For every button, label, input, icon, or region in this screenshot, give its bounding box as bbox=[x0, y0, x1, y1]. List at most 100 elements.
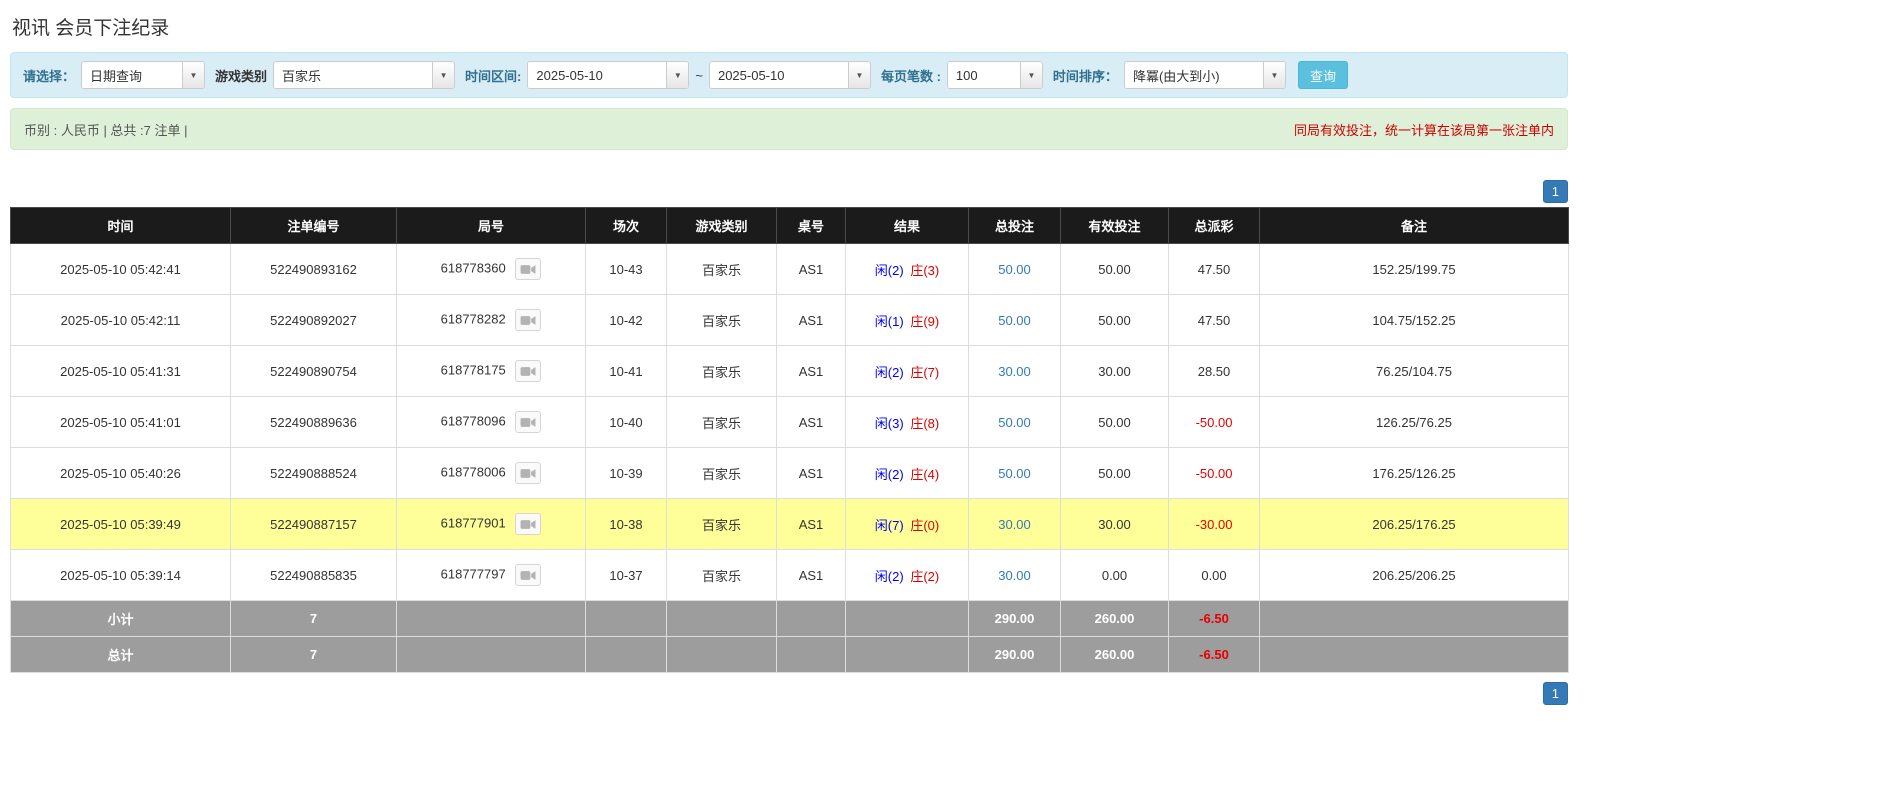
cell-time: 2025-05-10 05:42:41 bbox=[10, 243, 231, 295]
chevron-down-icon[interactable]: ▼ bbox=[1019, 62, 1042, 88]
pagination-top: 1 bbox=[10, 180, 1568, 203]
game-type-input[interactable] bbox=[274, 62, 433, 88]
page-1-button[interactable]: 1 bbox=[1542, 180, 1568, 203]
cell-bet-id: 522490887157 bbox=[230, 498, 397, 550]
select-type-input[interactable] bbox=[82, 62, 183, 88]
chevron-down-icon[interactable]: ▼ bbox=[182, 62, 205, 88]
cell-payout: 47.50 bbox=[1168, 243, 1260, 295]
result-banker: 庄(9) bbox=[910, 313, 940, 329]
video-replay-icon[interactable] bbox=[515, 411, 542, 433]
cell-result: 闲(2) 庄(3) bbox=[845, 243, 969, 295]
cell-total-bet[interactable]: 50.00 bbox=[968, 396, 1061, 448]
cell-valid-bet: 50.00 bbox=[1060, 294, 1169, 346]
cell-remark: 76.25/104.75 bbox=[1259, 345, 1569, 397]
sort-combo[interactable]: ▼ bbox=[1123, 61, 1286, 89]
cell-round-id: 618777901 bbox=[396, 498, 586, 550]
cell-bet-id: 522490889636 bbox=[230, 396, 397, 448]
result-player: 闲(1) bbox=[874, 313, 904, 329]
result-banker: 庄(7) bbox=[910, 364, 940, 380]
cell-result: 闲(7) 庄(0) bbox=[845, 498, 969, 550]
table-body: 2025-05-10 05:42:41 522490893162 6187783… bbox=[10, 243, 1569, 601]
cell-valid-bet: 50.00 bbox=[1060, 447, 1169, 499]
cell-result: 闲(2) 庄(7) bbox=[845, 345, 969, 397]
page-size-input[interactable] bbox=[947, 62, 1020, 88]
cell-table-no: AS1 bbox=[776, 498, 846, 550]
subtotal-payout: -6.50 bbox=[1168, 600, 1260, 637]
cell-table-no: AS1 bbox=[776, 549, 846, 601]
table-row: 2025-05-10 05:42:41 522490893162 6187783… bbox=[10, 243, 1569, 295]
cell-total-bet[interactable]: 30.00 bbox=[968, 498, 1061, 550]
cell-remark: 152.25/199.75 bbox=[1259, 243, 1569, 295]
cell-total-bet[interactable]: 50.00 bbox=[968, 243, 1061, 295]
cell-session: 10-41 bbox=[585, 345, 667, 397]
subtotal-count: 7 bbox=[230, 600, 397, 637]
date-to-combo[interactable]: ▼ bbox=[708, 61, 871, 89]
col-header-remark: 备注 bbox=[1259, 207, 1569, 244]
cell-game-type: 百家乐 bbox=[666, 396, 777, 448]
filter-bar: 请选择： ▼ 游戏类别 ▼ 时间区间: ▼ ~ ▼ 每页笔数 : ▼ 时间排序：… bbox=[10, 52, 1568, 98]
cell-bet-id: 522490885835 bbox=[230, 549, 397, 601]
cell-payout: -50.00 bbox=[1168, 447, 1260, 499]
page-container: 视讯 会员下注纪录 请选择： ▼ 游戏类别 ▼ 时间区间: ▼ ~ ▼ 每页笔数… bbox=[10, 0, 1569, 705]
cell-game-type: 百家乐 bbox=[666, 345, 777, 397]
game-type-combo[interactable]: ▼ bbox=[273, 61, 456, 89]
video-replay-icon[interactable] bbox=[515, 462, 542, 484]
select-type-combo[interactable]: ▼ bbox=[81, 61, 206, 89]
col-header-payout: 总派彩 bbox=[1168, 207, 1260, 244]
search-button[interactable]: 查询 bbox=[1297, 61, 1348, 89]
table-row: 2025-05-10 05:41:01 522490889636 6187780… bbox=[10, 396, 1569, 448]
date-from-input[interactable] bbox=[528, 62, 667, 88]
cell-payout: 0.00 bbox=[1168, 549, 1260, 601]
col-header-total-bet: 总投注 bbox=[968, 207, 1061, 244]
col-header-table-no: 桌号 bbox=[776, 207, 846, 244]
date-from-combo[interactable]: ▼ bbox=[527, 61, 690, 89]
currency-summary-text: 币别 : 人民币 | 总共 :7 注单 | bbox=[24, 122, 188, 138]
page-1-button[interactable]: 1 bbox=[1542, 682, 1568, 705]
sort-input[interactable] bbox=[1124, 62, 1263, 88]
cell-table-no: AS1 bbox=[776, 243, 846, 295]
cell-round-id: 618778006 bbox=[396, 447, 586, 499]
result-banker: 庄(2) bbox=[910, 568, 940, 584]
table-row: 2025-05-10 05:40:26 522490888524 6187780… bbox=[10, 447, 1569, 499]
cell-round-id: 618778282 bbox=[396, 294, 586, 346]
cell-total-bet[interactable]: 50.00 bbox=[968, 294, 1061, 346]
chevron-down-icon[interactable]: ▼ bbox=[847, 62, 870, 88]
cell-remark: 104.75/152.25 bbox=[1259, 294, 1569, 346]
video-replay-icon[interactable] bbox=[515, 309, 542, 331]
cell-total-bet[interactable]: 50.00 bbox=[968, 447, 1061, 499]
date-separator: ~ bbox=[695, 67, 703, 83]
video-replay-icon[interactable] bbox=[515, 564, 542, 586]
cell-total-bet[interactable]: 30.00 bbox=[968, 345, 1061, 397]
page-size-combo[interactable]: ▼ bbox=[946, 61, 1043, 89]
col-header-bet-id: 注单编号 bbox=[230, 207, 397, 244]
cell-payout: 28.50 bbox=[1168, 345, 1260, 397]
chevron-down-icon[interactable]: ▼ bbox=[432, 62, 455, 88]
table-footer: 小计 7 290.00 260.00 -6.50 总计 7 290.00 260… bbox=[10, 600, 1569, 673]
cell-total-bet[interactable]: 30.00 bbox=[968, 549, 1061, 601]
cell-remark: 206.25/206.25 bbox=[1259, 549, 1569, 601]
result-player: 闲(7) bbox=[874, 517, 904, 533]
chevron-down-icon[interactable]: ▼ bbox=[1262, 62, 1285, 88]
cell-result: 闲(2) 庄(4) bbox=[845, 447, 969, 499]
cell-valid-bet: 0.00 bbox=[1060, 549, 1169, 601]
date-to-input[interactable] bbox=[709, 62, 848, 88]
result-player: 闲(2) bbox=[874, 568, 904, 584]
cell-table-no: AS1 bbox=[776, 396, 846, 448]
video-replay-icon[interactable] bbox=[515, 360, 542, 382]
col-header-session: 场次 bbox=[585, 207, 667, 244]
cell-session: 10-38 bbox=[585, 498, 667, 550]
cell-time: 2025-05-10 05:39:14 bbox=[10, 549, 231, 601]
video-replay-icon[interactable] bbox=[515, 258, 542, 280]
table-row: 2025-05-10 05:41:31 522490890754 6187781… bbox=[10, 345, 1569, 397]
cell-table-no: AS1 bbox=[776, 294, 846, 346]
pagination-bottom: 1 bbox=[10, 682, 1568, 705]
result-player: 闲(2) bbox=[874, 466, 904, 482]
video-replay-icon[interactable] bbox=[515, 513, 542, 535]
round-id-text: 618778096 bbox=[440, 413, 506, 429]
chevron-down-icon[interactable]: ▼ bbox=[666, 62, 689, 88]
cell-bet-id: 522490890754 bbox=[230, 345, 397, 397]
cell-result: 闲(3) 庄(8) bbox=[845, 396, 969, 448]
result-banker: 庄(8) bbox=[910, 415, 940, 431]
col-header-game-type: 游戏类别 bbox=[666, 207, 777, 244]
cell-round-id: 618777797 bbox=[396, 549, 586, 601]
